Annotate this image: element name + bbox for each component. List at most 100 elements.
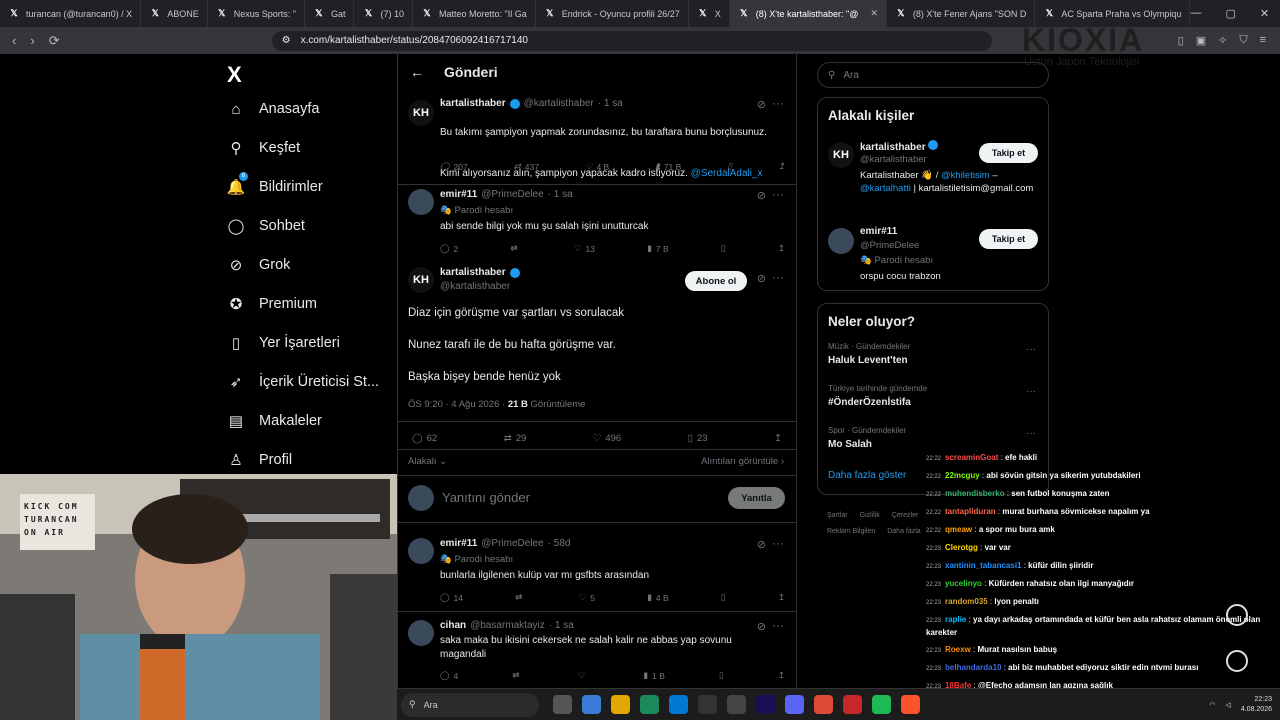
nav-item-rocket[interactable]: ➶ İçerik Üreticisi St... bbox=[227, 373, 379, 391]
views-button[interactable]: ▮ 7 B bbox=[647, 243, 668, 254]
avatar[interactable]: KH bbox=[828, 142, 854, 168]
avatar[interactable] bbox=[408, 189, 434, 215]
wallet-icon[interactable]: ▣ bbox=[1196, 34, 1206, 47]
reload-icon[interactable]: ⟳ bbox=[49, 33, 60, 49]
more-icon[interactable]: ··· bbox=[772, 536, 784, 550]
nav-item-bookmark[interactable]: ▯ Yer İşaretleri bbox=[227, 334, 340, 352]
browser-tab[interactable]: 𝕏 (8) X'te Fener Ajans "SON D bbox=[887, 0, 1036, 27]
browser-tab[interactable]: 𝕏 Nexus Sports: " bbox=[208, 0, 305, 27]
share-icon[interactable]: ↥ bbox=[778, 592, 785, 603]
browser-tab[interactable]: 𝕏 (8) X'te kartalisthaber: "@ ✕ bbox=[729, 0, 887, 27]
chat-username[interactable]: qmeaw bbox=[945, 525, 972, 534]
reply-button[interactable]: ◯ 14 bbox=[440, 592, 463, 603]
views-button[interactable]: ▮ 1 B bbox=[643, 670, 664, 681]
chat-username[interactable]: muhendisberko bbox=[945, 489, 1005, 498]
nav-item-article[interactable]: ▤ Makaleler bbox=[227, 412, 322, 430]
sidebar-icon[interactable]: ▯ bbox=[1178, 34, 1184, 47]
reply-tweet[interactable]: emir#11 @PrimeDelee · 58d ⊘ ··· 🎭 Parodi… bbox=[398, 530, 796, 612]
retweet-button[interactable]: ⇄ bbox=[512, 670, 523, 681]
spotify-icon[interactable] bbox=[872, 695, 891, 714]
url-text[interactable]: x.com/kartalisthaber/status/208470609241… bbox=[301, 35, 982, 46]
more-icon[interactable]: ··· bbox=[1026, 386, 1036, 397]
folder-icon[interactable] bbox=[611, 695, 630, 714]
views-button[interactable]: ▮ 4 B bbox=[647, 592, 668, 603]
maximize-icon[interactable]: ▢ bbox=[1225, 7, 1235, 20]
views-button[interactable]: ▮ 71 B bbox=[655, 161, 681, 172]
browser-tab[interactable]: 𝕏 Gat bbox=[305, 0, 355, 27]
minimize-icon[interactable]: — bbox=[1190, 7, 1201, 20]
bio-mention[interactable]: @khiletisim bbox=[941, 170, 990, 181]
chat-username[interactable]: raplie bbox=[945, 615, 966, 624]
author-name[interactable]: kartalisthaber bbox=[440, 267, 506, 278]
author-name[interactable]: kartalisthaber bbox=[440, 98, 506, 109]
reply-button[interactable]: ◯ 4 bbox=[440, 670, 458, 681]
chat-username[interactable]: xantinin_tabancasi1 bbox=[945, 561, 1021, 570]
nav-item-bell[interactable]: 🔔 6 Bildirimler bbox=[227, 172, 323, 196]
chat-username[interactable]: 22mcguy bbox=[945, 471, 980, 480]
trend-item[interactable]: Mo Salah bbox=[828, 439, 872, 450]
chat-username[interactable]: belhandarda10 bbox=[945, 663, 1001, 672]
bookmark-icon[interactable]: ▯ bbox=[719, 670, 724, 681]
footer-link[interactable]: Gizlilik bbox=[860, 508, 880, 524]
brave-icon[interactable] bbox=[901, 695, 920, 714]
reply-button[interactable]: ◯ 62 bbox=[412, 433, 437, 444]
more-icon[interactable]: ··· bbox=[1026, 428, 1036, 439]
avatar[interactable] bbox=[828, 228, 854, 254]
chat-username[interactable]: yucelinyo bbox=[945, 579, 982, 588]
app-icon[interactable] bbox=[843, 695, 862, 714]
footer-link[interactable]: Reklam Bilgileri bbox=[827, 524, 875, 540]
retweet-button[interactable]: ⇄ 29 bbox=[504, 433, 527, 444]
nav-item-premium[interactable]: ✪ Premium bbox=[227, 295, 317, 313]
discord-icon[interactable] bbox=[785, 695, 804, 714]
author-handle[interactable]: @kartalisthaber bbox=[524, 98, 594, 109]
shield-icon[interactable]: ⛉ bbox=[1239, 34, 1247, 47]
browser-tab[interactable]: 𝕏 (7) 10 bbox=[354, 0, 413, 27]
more-icon[interactable]: ··· bbox=[772, 618, 784, 632]
url-bar[interactable]: ⚙ x.com/kartalisthaber/status/2084706092… bbox=[271, 30, 992, 51]
taskbar-search[interactable]: ⚲ Ara bbox=[401, 692, 539, 717]
footer-link[interactable]: Daha fazla bbox=[887, 524, 920, 540]
grok-icon[interactable]: ⊘ bbox=[757, 620, 766, 633]
share-button[interactable]: ↥ bbox=[778, 161, 785, 172]
back-icon[interactable]: ‹ bbox=[12, 33, 16, 49]
footer-link[interactable]: Çerezler bbox=[892, 508, 918, 524]
premiere-icon[interactable] bbox=[756, 695, 775, 714]
avatar[interactable]: KH bbox=[408, 267, 434, 293]
more-icon[interactable]: ··· bbox=[772, 96, 784, 110]
author-handle[interactable]: @kartalisthaber bbox=[440, 281, 510, 292]
reply-submit-button[interactable]: Yanıtla bbox=[728, 487, 785, 509]
back-arrow-icon[interactable]: ← bbox=[410, 64, 424, 80]
site-info-icon[interactable]: ⚙ bbox=[282, 35, 291, 46]
star-icon[interactable]: ✧ bbox=[1218, 34, 1227, 47]
share-icon[interactable]: ↥ bbox=[778, 670, 785, 681]
task-view-icon[interactable] bbox=[553, 695, 572, 714]
browser-tab[interactable]: 𝕏 ABONE bbox=[141, 0, 208, 27]
bookmark-button[interactable]: ▯ 23 bbox=[688, 433, 708, 444]
browser-tab[interactable]: 𝕏 Matteo Moretto: "Il Ga bbox=[413, 0, 536, 27]
more-icon[interactable]: ··· bbox=[1026, 344, 1036, 355]
avatar[interactable] bbox=[408, 538, 434, 564]
follow-button[interactable]: Takip et bbox=[979, 143, 1038, 163]
store-icon[interactable] bbox=[669, 695, 688, 714]
avatar[interactable] bbox=[408, 620, 434, 646]
reply-button[interactable]: ◯ 207 bbox=[440, 161, 468, 172]
browser-tab[interactable]: 𝕏X bbox=[689, 0, 730, 27]
close-icon[interactable]: ✕ bbox=[1260, 7, 1269, 20]
browser-tab[interactable]: 𝕏turancan (@turancan0) / X bbox=[0, 0, 142, 27]
sort-relevant[interactable]: Alakalı ⌄ bbox=[408, 456, 447, 467]
chat-username[interactable]: tantapliduran bbox=[945, 507, 996, 516]
grok-icon[interactable]: ⊘ bbox=[757, 189, 766, 202]
author-handle[interactable]: @basarmaktayiz bbox=[470, 620, 545, 631]
chat-bubble-icon[interactable] bbox=[1226, 604, 1248, 626]
trend-item[interactable]: Haluk Levent'ten bbox=[828, 355, 908, 366]
nav-item-search[interactable]: ⚲ Keşfet bbox=[227, 139, 301, 157]
person-name[interactable]: kartalisthaber bbox=[860, 140, 939, 153]
chat-username[interactable]: Roexw bbox=[945, 645, 971, 654]
wifi-icon[interactable]: ◠ bbox=[1209, 701, 1215, 709]
chrome-icon[interactable] bbox=[814, 695, 833, 714]
chat-bubble-icon[interactable] bbox=[1226, 650, 1248, 672]
author-name[interactable]: emir#11 bbox=[440, 189, 477, 200]
tweet-timestamp[interactable]: ÖS 9:20 · 4 Ağu 2026 · bbox=[408, 399, 505, 410]
person-name[interactable]: emir#11 bbox=[860, 226, 897, 237]
footer-link[interactable]: Şartlar bbox=[827, 508, 848, 524]
